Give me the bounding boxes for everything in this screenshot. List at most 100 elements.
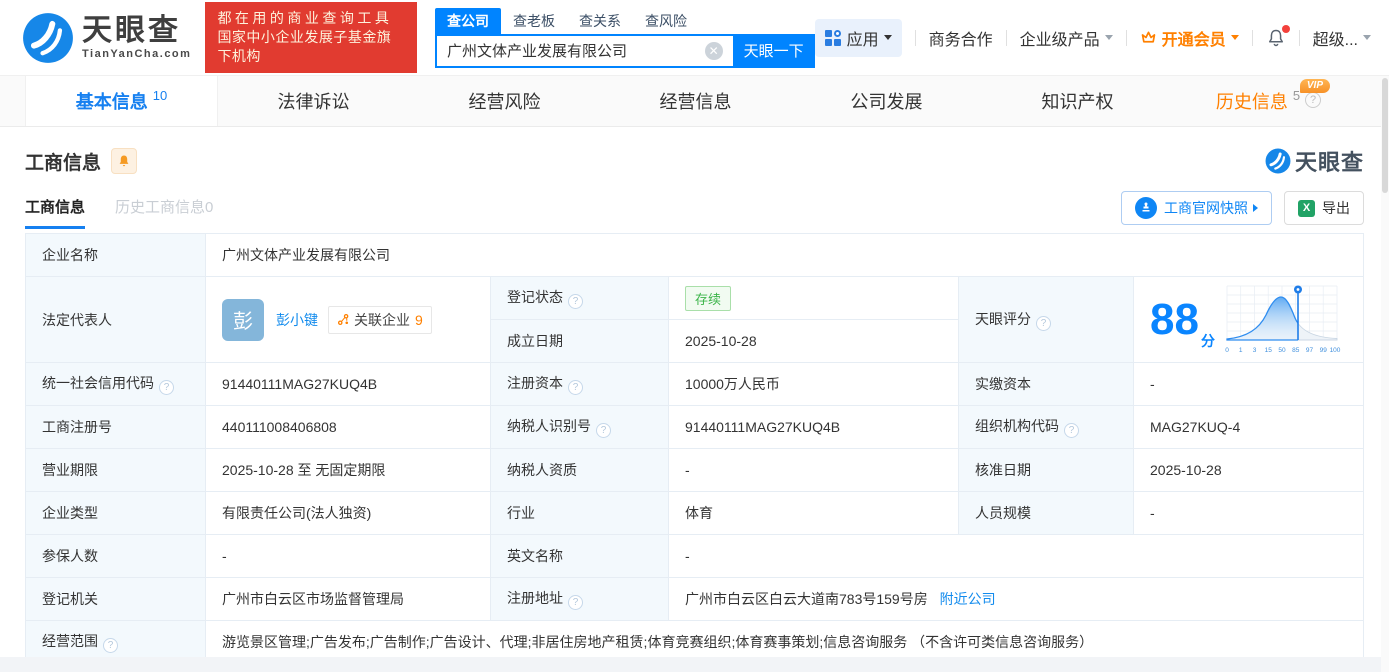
table-row: 统一社会信用代码? 91440111MAG27KUQ4B 注册资本? 10000… (25, 362, 1364, 406)
related-companies-badge[interactable]: 关联企业 9 (328, 305, 432, 334)
tab-basic-info[interactable]: 基本信息 10 (25, 76, 218, 126)
help-icon[interactable]: ? (596, 423, 611, 438)
reg-number-label: 工商注册号 (25, 405, 206, 449)
top-header: 天眼查 TianYanCha.com 都在用的商业查询工具 国家中小企业发展子基… (0, 0, 1389, 75)
paid-capital-value: - (1133, 362, 1364, 406)
chevron-down-icon (1230, 35, 1239, 40)
establish-date-label: 成立日期 (490, 319, 669, 363)
svg-text:50: 50 (1278, 347, 1286, 354)
promo-line1: 都在用的商业查询工具 (217, 10, 393, 26)
reg-status-label: 登记状态 (507, 289, 563, 305)
scrollbar[interactable] (1381, 76, 1389, 672)
svg-text:1: 1 (1239, 347, 1243, 354)
nav-user[interactable]: 超级... (1313, 26, 1371, 50)
staff-size-label: 人员规模 (958, 491, 1134, 535)
nav-business-label: 商务合作 (928, 31, 993, 49)
table-row: 企业类型 有限责任公司(法人独资) 行业 体育 人员规模 - (25, 491, 1364, 535)
divider (1298, 29, 1300, 46)
tab-history-info[interactable]: 历史信息 5 ? VIP (1173, 76, 1364, 126)
notification-bell[interactable] (1266, 24, 1290, 48)
table-row: 登记机关 广州市白云区市场监督管理局 注册地址? 广州市白云区白云大道南783号… (25, 577, 1364, 621)
section-title: 工商信息 (25, 152, 102, 174)
legal-rep-avatar[interactable]: 彭 (222, 298, 264, 341)
tianyancha-logo-icon (23, 12, 73, 63)
reg-capital-label: 注册资本 (507, 375, 563, 391)
reg-address-value: 广州市白云区白云大道南783号159号房 (685, 591, 928, 607)
credit-code-label-cell: 统一社会信用代码? (25, 362, 206, 406)
english-name-value: - (668, 534, 1364, 578)
nearby-companies-link[interactable]: 附近公司 (940, 591, 996, 607)
stamp-icon (1135, 197, 1157, 219)
svg-text:3: 3 (1253, 347, 1257, 354)
top-nav: 应用 商务合作 企业级产品 开通会员 超级... (814, 18, 1371, 57)
official-snapshot-button[interactable]: 工商官网快照 (1121, 191, 1272, 225)
nav-user-label: 超级... (1312, 31, 1358, 49)
search-input[interactable] (435, 33, 733, 68)
related-label: 关联企业 (354, 311, 410, 328)
help-icon[interactable]: ? (1036, 315, 1051, 331)
score-label: 天眼评分 (975, 310, 1031, 327)
business-term-value: 2025-10-28 至 无固定期限 (205, 448, 491, 492)
search-tab-relation[interactable]: 查关系 (567, 8, 633, 34)
export-button[interactable]: X 导出 (1284, 191, 1364, 225)
tianyancha-company-page: 天眼查 TianYanCha.com 都在用的商业查询工具 国家中小企业发展子基… (0, 0, 1389, 672)
clear-icon[interactable]: ✕ (704, 41, 723, 60)
brand-name: 天眼查 (82, 13, 181, 47)
business-term-label: 营业期限 (25, 448, 206, 492)
reg-status-cell: 存续 (668, 276, 959, 320)
reg-address-label-cell: 注册地址? (490, 577, 669, 621)
tab-legal-label: 法律诉讼 (277, 92, 350, 112)
promo-banner: 都在用的商业查询工具 国家中小企业发展子基金旗下机构 (205, 2, 418, 73)
question-icon: ? (1305, 92, 1322, 108)
tab-basic-label: 基本信息 (75, 92, 148, 112)
monitor-bell-button[interactable] (111, 148, 138, 174)
score-unit: 分 (1200, 332, 1215, 349)
search-button[interactable]: 天眼一下 (732, 33, 815, 68)
search-tab-company[interactable]: 查公司 (435, 7, 502, 34)
tianyancha-logo[interactable]: 天眼查 TianYanCha.com (22, 12, 191, 64)
help-icon[interactable]: ? (159, 380, 174, 395)
reg-capital-label-cell: 注册资本? (490, 362, 669, 406)
tab-basic-count: 10 (152, 87, 168, 103)
help-icon[interactable]: ? (568, 380, 583, 395)
nav-enterprise[interactable]: 企业级产品 (1020, 26, 1113, 50)
nav-vip[interactable]: 开通会员 (1140, 26, 1239, 50)
search-tab-boss[interactable]: 查老板 (501, 8, 567, 34)
business-scope-label: 经营范围 (42, 633, 98, 649)
english-name-label: 英文名称 (490, 534, 669, 578)
tab-operating-info[interactable]: 经营信息 (600, 76, 791, 126)
divider (914, 29, 916, 46)
scrollbar-thumb[interactable] (1382, 78, 1388, 193)
tab-company-development[interactable]: 公司发展 (791, 76, 982, 126)
legal-rep-name-link[interactable]: 彭小键 (276, 310, 318, 330)
staff-size-value: - (1133, 491, 1364, 535)
svg-text:99: 99 (1320, 347, 1328, 354)
svg-text:85: 85 (1292, 347, 1300, 354)
help-icon[interactable]: ? (568, 595, 583, 610)
nav-business[interactable]: 商务合作 (929, 26, 993, 50)
chevron-down-icon (1363, 35, 1371, 40)
company-type-value: 有限责任公司(法人独资) (205, 491, 491, 535)
promo-line2: 国家中小企业发展子基金旗下机构 (217, 29, 392, 64)
subtab-business-info[interactable]: 工商信息 (25, 196, 86, 229)
tab-operating-risk[interactable]: 经营风险 (409, 76, 600, 126)
help-icon[interactable]: ? (1064, 423, 1079, 438)
tab-intellectual-property[interactable]: 知识产权 (982, 76, 1173, 126)
industry-value: 体育 (668, 491, 959, 535)
tianyancha-logo-icon (1265, 148, 1291, 174)
help-icon[interactable]: ? (568, 294, 583, 309)
nav-apps[interactable]: 应用 (814, 18, 902, 57)
reg-authority-label: 登记机关 (25, 577, 206, 621)
taxpayer-id-label-cell: 纳税人识别号? (490, 405, 669, 449)
business-info-table: 企业名称 广州文体产业发展有限公司 法定代表人 彭 彭小键 关联企业 9 登记状… (25, 233, 1364, 664)
network-icon (337, 313, 349, 326)
chevron-down-icon (1104, 35, 1113, 40)
nav-apps-label: 应用 (846, 31, 879, 49)
company-name-value: 广州文体产业发展有限公司 (205, 233, 1364, 277)
subtab-history-business-info[interactable]: 历史工商信息0 (115, 196, 213, 229)
tab-legal[interactable]: 法律诉讼 (218, 76, 409, 126)
tab-operation-label: 经营信息 (659, 92, 732, 112)
credit-code-value: 91440111MAG27KUQ4B (205, 362, 491, 406)
help-icon[interactable]: ? (103, 638, 118, 653)
search-tab-risk[interactable]: 查风险 (633, 8, 699, 34)
